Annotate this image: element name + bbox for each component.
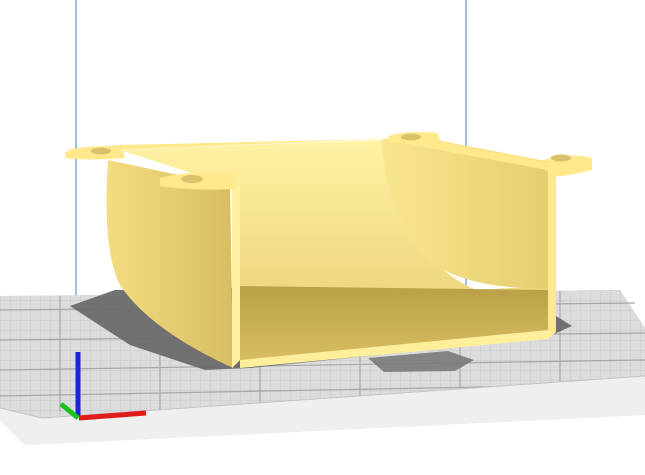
mounting-hole-right [551,154,571,162]
3d-viewport[interactable] [0,0,645,475]
mounting-hole-left [91,147,111,155]
mounting-hole-back [401,133,421,141]
scene-canvas[interactable] [0,0,645,475]
mounting-hole-front [181,175,203,183]
front-left-edge [232,186,240,368]
right-wall-edge [548,170,556,332]
